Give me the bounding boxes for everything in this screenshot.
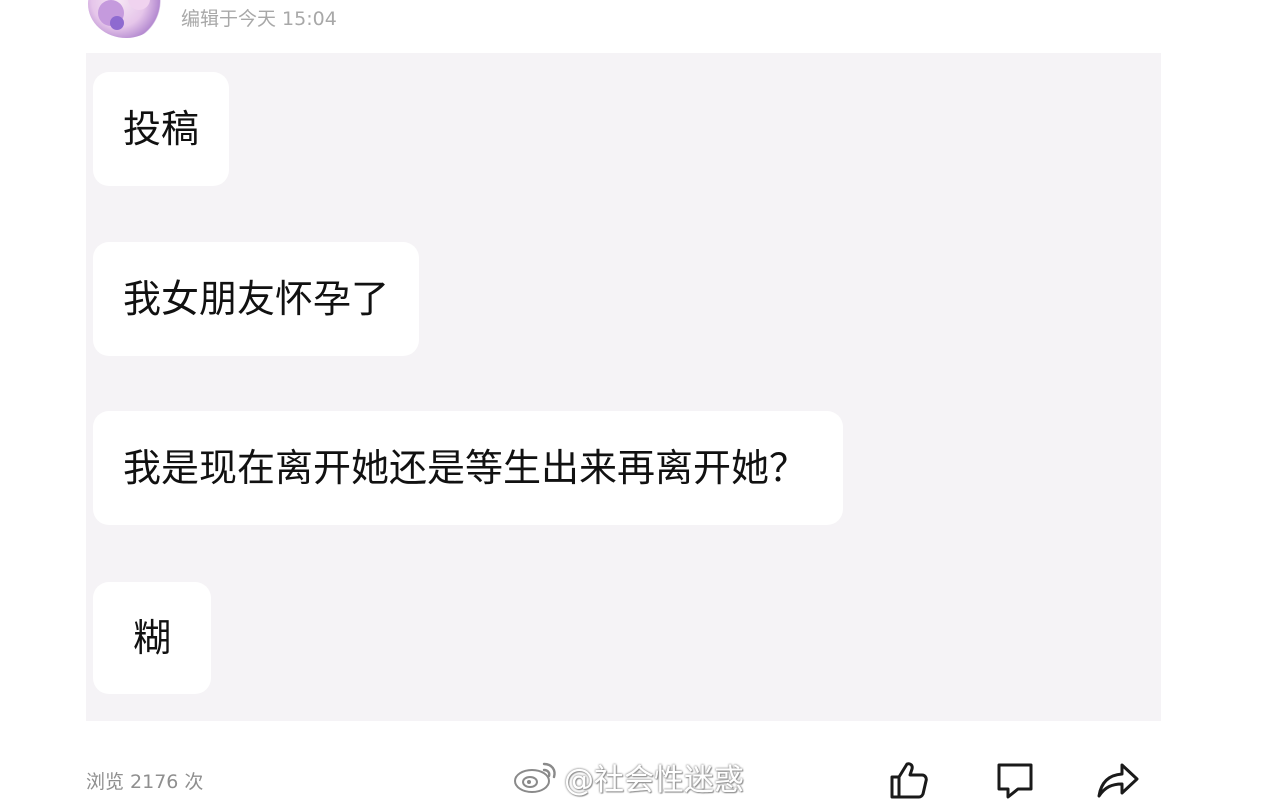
share-icon [1097,763,1139,798]
avatar[interactable] [88,0,164,38]
message-bubble: 投稿 [93,72,230,186]
message-bubble: 糊 [93,582,212,694]
message-bubble: 我是现在离开她还是等生出来再离开她？ [93,411,844,525]
comment-button[interactable] [993,758,1037,802]
like-button[interactable] [887,758,931,802]
thumbs-up-icon [890,762,928,799]
comment-icon [997,763,1033,799]
view-count: 浏览 2176 次 [86,771,204,793]
share-button[interactable] [1096,758,1140,802]
watermark-text: @社会性迷惑 [564,763,744,798]
weibo-logo-icon [514,762,556,793]
avatar-decoration [128,0,150,10]
message-bubble: 我女朋友怀孕了 [93,242,420,356]
watermark: @社会性迷惑 [512,755,744,799]
avatar-decoration [110,16,124,30]
post-image: 投稿 我女朋友怀孕了 我是现在离开她还是等生出来再离开她？ 糊 [86,53,1161,721]
edit-timestamp: 编辑于今天 15:04 [181,8,337,30]
